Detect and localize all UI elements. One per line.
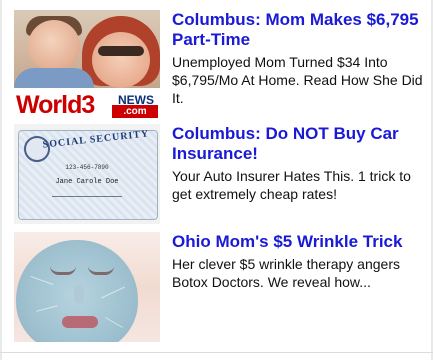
nose (74, 284, 84, 304)
mask-crack (101, 286, 125, 299)
ad-headline-link[interactable]: Columbus: Do NOT Buy Car Insurance! (172, 124, 424, 164)
logo-dotcom-text: .com (112, 105, 158, 118)
ad-thumbnail-social-security-card[interactable]: SOCIAL SECURITY 123-456-7890 Jane Carole… (14, 124, 160, 224)
mask-crack (105, 317, 123, 328)
mask-crack (36, 305, 58, 312)
world3news-logo: World3 NEWS .com (14, 88, 160, 120)
ad-thumbnail-face-mask[interactable] (14, 232, 160, 342)
ad-description: Her clever $5 wrinkle therapy angers Bot… (172, 256, 400, 290)
sunglasses (98, 46, 144, 56)
ad-item-wrinkle-trick[interactable]: Ohio Mom's $5 Wrinkle Trick Her clever $… (14, 232, 424, 344)
ad-thumbnail-mom-and-child[interactable]: World3 NEWS .com (14, 10, 160, 120)
ad-item-mom-makes[interactable]: World3 NEWS .com Columbus: Mom Makes $6,… (14, 10, 424, 120)
ad-headline-link[interactable]: Columbus: Mom Makes $6,795 Part-Time (172, 10, 424, 50)
ad-text: Columbus: Mom Makes $6,795 Part-Time Une… (172, 10, 424, 120)
left-frame-border (0, 0, 2, 360)
card-number: 123-456-7890 (65, 164, 109, 171)
ad-headline-link[interactable]: Ohio Mom's $5 Wrinkle Trick (172, 232, 424, 252)
masked-face (16, 240, 138, 342)
ad-item-car-insurance[interactable]: SOCIAL SECURITY 123-456-7890 Jane Carole… (14, 124, 424, 224)
ad-description: Unemployed Mom Turned $34 Into $6,795/Mo… (172, 54, 423, 106)
ad-text: Ohio Mom's $5 Wrinkle Trick Her clever $… (172, 232, 424, 344)
closed-eye-left (50, 266, 76, 275)
lips (62, 316, 98, 328)
logo-world3-text: World3 (16, 91, 95, 119)
child-face (28, 20, 80, 72)
ad-text: Columbus: Do NOT Buy Car Insurance! Your… (172, 124, 424, 224)
mask-crack (30, 275, 54, 286)
card-signature-line (52, 196, 122, 197)
bottom-frame-border (0, 352, 433, 353)
ad-description: Your Auto Insurer Hates This. 1 trick to… (172, 168, 411, 202)
mom-face (92, 32, 150, 88)
closed-eye-right (88, 266, 114, 275)
card-name: Jane Carole Doe (55, 178, 119, 186)
